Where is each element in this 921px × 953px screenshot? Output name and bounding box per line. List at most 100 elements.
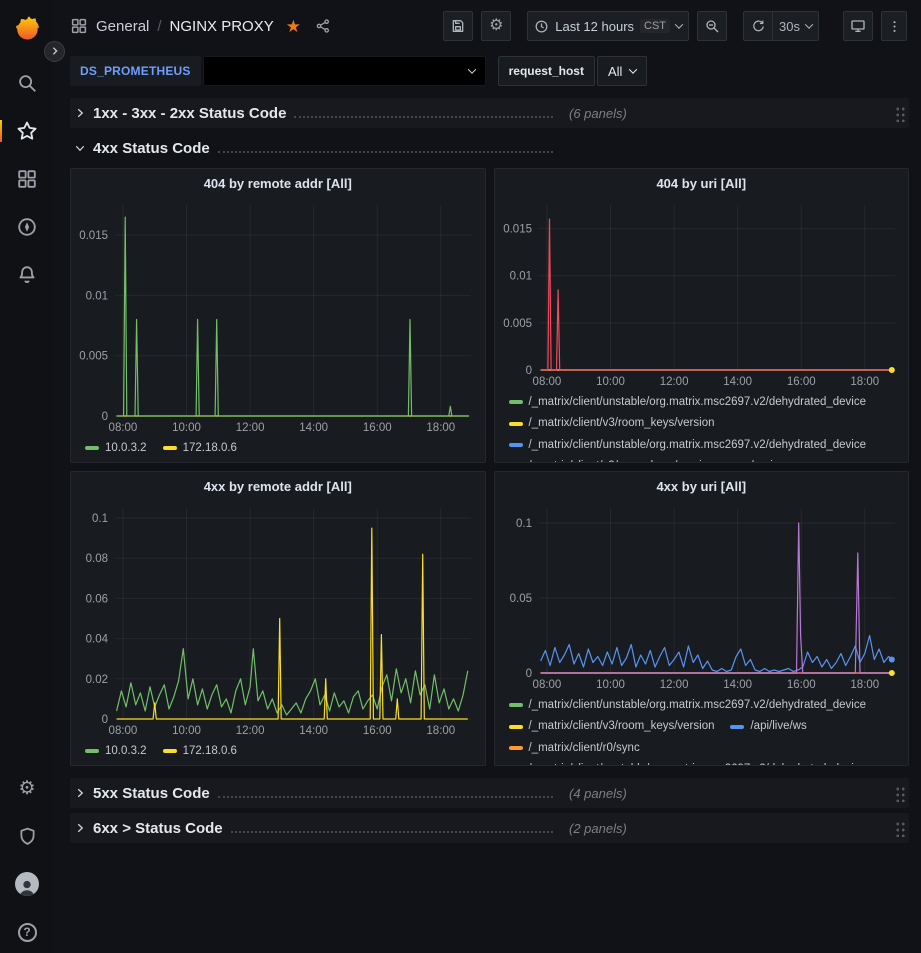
- sidebar-item-starred[interactable]: [7, 119, 47, 143]
- svg-text:0.04: 0.04: [86, 634, 109, 646]
- legend-item[interactable]: /_matrix/client/r0/sync: [509, 739, 640, 758]
- svg-text:18:00: 18:00: [850, 376, 879, 388]
- legend-item[interactable]: /_matrix/client/v3/room_keys/version: [509, 457, 715, 462]
- legend-label: /_matrix/client/r0/sync: [529, 739, 640, 758]
- svg-text:16:00: 16:00: [786, 376, 815, 388]
- svg-text:14:00: 14:00: [299, 422, 328, 434]
- legend-swatch: [509, 422, 523, 426]
- chevron-down-icon: [74, 142, 86, 154]
- svg-text:12:00: 12:00: [236, 422, 265, 434]
- sidebar-item-profile[interactable]: [7, 872, 47, 896]
- search-icon: [16, 72, 38, 94]
- legend-label: 10.0.3.2: [105, 741, 147, 761]
- legend-item[interactable]: /sw.js: [730, 457, 778, 462]
- svg-text:14:00: 14:00: [723, 376, 752, 388]
- legend-item[interactable]: /_matrix/client/unstable/org.matrix.msc2…: [509, 760, 867, 765]
- chart-plot: 08:0010:0012:0014:0016:0018:0000.0050.01…: [495, 197, 909, 390]
- row-drag-handle[interactable]: [894, 105, 905, 122]
- legend-label: 172.18.0.6: [183, 438, 237, 458]
- svg-text:08:00: 08:00: [532, 376, 561, 388]
- legend-item[interactable]: /_matrix/client/unstable/org.matrix.msc2…: [509, 696, 867, 715]
- row-drag-handle[interactable]: [894, 820, 905, 837]
- sidebar-item-alerting[interactable]: [7, 263, 47, 287]
- legend-label: /_matrix/client/v3/room_keys/version: [529, 717, 715, 736]
- sidebar-item-server-admin[interactable]: [7, 824, 47, 848]
- refresh-button[interactable]: [743, 11, 773, 41]
- row-panel-count: (2 panels): [569, 821, 627, 836]
- legend-label: /_matrix/client/unstable/org.matrix.msc2…: [529, 436, 867, 455]
- legend-swatch: [509, 703, 523, 707]
- svg-text:0: 0: [102, 714, 108, 726]
- row-toggle[interactable]: 1xx - 3xx - 2xx Status Code: [74, 105, 561, 122]
- sidebar-item-dashboards[interactable]: [7, 167, 47, 191]
- legend-item[interactable]: /api/live/ws: [730, 717, 806, 736]
- svg-text:0.05: 0.05: [509, 593, 531, 605]
- row-toggle[interactable]: 6xx > Status Code: [74, 820, 561, 837]
- refresh-interval-dropdown[interactable]: 30s: [773, 11, 819, 41]
- legend-item[interactable]: 10.0.3.2: [85, 741, 147, 761]
- row-5xx-status-code: 5xx Status Code (4 panels): [70, 778, 909, 808]
- row-dots: [218, 151, 553, 153]
- legend-label: /sw.js: [750, 457, 778, 462]
- legend-item[interactable]: 172.18.0.6: [163, 438, 237, 458]
- row-toggle[interactable]: 5xx Status Code: [74, 785, 561, 802]
- star-icon: [16, 120, 38, 142]
- svg-text:0.015: 0.015: [79, 230, 108, 242]
- breadcrumb-separator: /: [157, 18, 161, 35]
- share-icon[interactable]: [315, 18, 331, 34]
- legend-item[interactable]: /_matrix/client/v3/room_keys/version: [509, 414, 715, 433]
- row-title: 1xx - 3xx - 2xx Status Code: [93, 105, 286, 122]
- svg-text:08:00: 08:00: [532, 679, 561, 691]
- save-dashboard-button[interactable]: [443, 11, 473, 41]
- zoom-out-button[interactable]: [697, 11, 727, 41]
- sidebar-item-help[interactable]: ?: [7, 920, 47, 944]
- avatar: [15, 872, 39, 896]
- svg-text:0.06: 0.06: [86, 593, 108, 605]
- zoom-out-icon: [704, 18, 720, 34]
- legend-item[interactable]: 172.18.0.6: [163, 741, 237, 761]
- datasource-select[interactable]: [203, 56, 486, 86]
- legend-label: 172.18.0.6: [183, 741, 237, 761]
- row-title: 6xx > Status Code: [93, 820, 223, 837]
- grafana-logo[interactable]: [11, 12, 44, 45]
- monitor-icon: [850, 18, 866, 34]
- sidebar-item-explore[interactable]: [7, 215, 47, 239]
- row-title: 4xx Status Code: [93, 140, 210, 157]
- chevron-down-icon: [467, 65, 475, 73]
- chart-legend: /_matrix/client/unstable/org.matrix.msc2…: [495, 390, 909, 462]
- panel-4xx-by-uri: 4xx by uri [All] 08:0010:0012:0014:0016:…: [494, 471, 910, 766]
- sidebar-expand-button[interactable]: [44, 41, 65, 62]
- breadcrumb-section[interactable]: General: [96, 18, 149, 35]
- variable-label-ds-prometheus: DS_PROMETHEUS: [70, 56, 201, 86]
- panel-title[interactable]: 4xx by uri [All]: [495, 472, 909, 500]
- svg-text:08:00: 08:00: [109, 725, 138, 737]
- chevron-right-icon: [74, 822, 86, 834]
- favorite-star-icon[interactable]: ★: [286, 18, 301, 35]
- row-dots: [218, 796, 553, 798]
- svg-text:16:00: 16:00: [786, 679, 815, 691]
- sidebar-item-search[interactable]: [7, 71, 47, 95]
- request-host-dropdown[interactable]: All: [597, 56, 647, 86]
- cycle-view-mode-button[interactable]: [843, 11, 873, 41]
- dashboard-settings-button[interactable]: ⚙: [481, 11, 511, 41]
- row-drag-handle[interactable]: [894, 785, 905, 802]
- legend-item[interactable]: /_matrix/client/unstable/org.matrix.msc2…: [509, 393, 867, 412]
- panel-title[interactable]: 404 by remote addr [All]: [71, 169, 485, 197]
- sidebar-item-configuration[interactable]: ⚙: [7, 776, 47, 800]
- time-range-picker[interactable]: Last 12 hours CST: [527, 11, 689, 41]
- legend-swatch: [509, 400, 523, 404]
- chevron-down-icon: [629, 65, 637, 73]
- svg-text:0.02: 0.02: [86, 674, 108, 686]
- legend-label: /_matrix/client/unstable/org.matrix.msc2…: [529, 696, 867, 715]
- more-options-button[interactable]: [881, 11, 907, 41]
- legend-item[interactable]: 10.0.3.2: [85, 438, 147, 458]
- row-dots: [294, 116, 553, 118]
- legend-item[interactable]: /_matrix/client/unstable/org.matrix.msc2…: [509, 436, 867, 455]
- legend-item[interactable]: /_matrix/client/v3/room_keys/version: [509, 717, 715, 736]
- panel-title[interactable]: 4xx by remote addr [All]: [71, 472, 485, 500]
- panel-title[interactable]: 404 by uri [All]: [495, 169, 909, 197]
- chevron-down-icon: [805, 20, 813, 28]
- row-4xx-status-code: 4xx Status Code: [70, 133, 909, 163]
- row-toggle[interactable]: 4xx Status Code: [74, 140, 561, 157]
- row-dots: [231, 831, 553, 833]
